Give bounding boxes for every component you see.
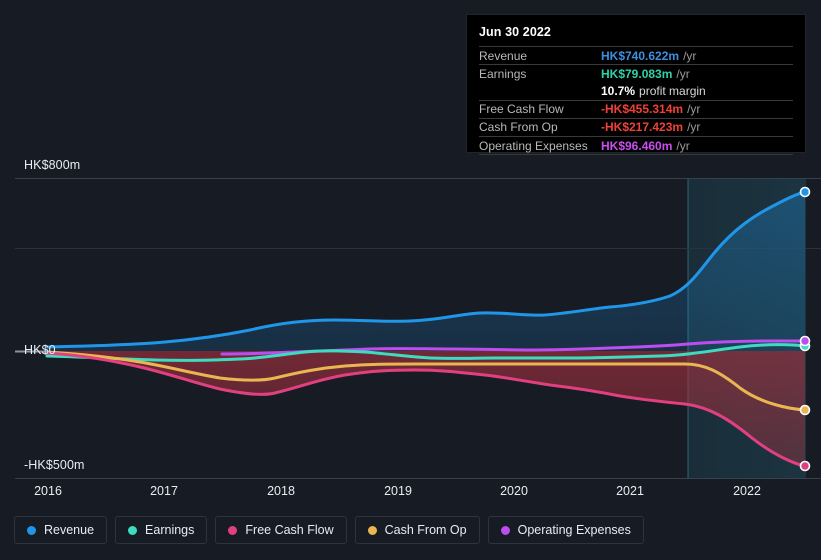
x-axis-label-2022: 2022 — [733, 484, 761, 498]
tooltip-value-cash-from-op: -HK$217.423m — [601, 120, 684, 135]
x-axis-label-2017: 2017 — [150, 484, 178, 498]
tooltip-sub-profit-margin: profit margin — [639, 83, 706, 98]
tooltip-key-free-cash-flow: Free Cash Flow — [479, 102, 564, 117]
tooltip-key-earnings: Earnings — [479, 66, 527, 81]
y-axis-label-zero: HK$0 — [24, 343, 56, 357]
endpoint-free-cash-flow — [799, 460, 811, 472]
y-axis-label-top: HK$800m — [24, 158, 81, 172]
legend-label-earnings: Earnings — [145, 523, 195, 537]
x-axis-label-2016: 2016 — [34, 484, 62, 498]
legend-item-cash-from-op[interactable]: Cash From Op — [354, 516, 480, 544]
tooltip-date: Jun 30 2022 — [479, 25, 551, 39]
x-axis-label-2018: 2018 — [267, 484, 295, 498]
legend-item-free-cash-flow[interactable]: Free Cash Flow — [215, 516, 347, 544]
chart-legend: Revenue Earnings Free Cash Flow Cash Fro… — [14, 516, 644, 544]
x-axis-label-2020: 2020 — [500, 484, 528, 498]
endpoint-operating-expenses — [799, 335, 811, 347]
legend-item-revenue[interactable]: Revenue — [14, 516, 108, 544]
tooltip-value-free-cash-flow: -HK$455.314m — [601, 102, 684, 117]
tooltip-unit-free-cash-flow: /yr — [687, 102, 701, 117]
tooltip-key-revenue: Revenue — [479, 48, 528, 63]
tooltip-unit-revenue: /yr — [683, 48, 697, 63]
tooltip-row-cash-from-op: Cash From Op -HK$217.423m /yr — [479, 117, 793, 136]
tooltip-value-earnings: HK$79.083m — [601, 66, 673, 81]
tooltip-row-operating-expenses: Operating Expenses HK$96.460m /yr — [479, 135, 793, 156]
tooltip-unit-operating-expenses: /yr — [676, 138, 690, 153]
legend-dot-operating-expenses-icon — [500, 525, 510, 535]
legend-dot-revenue-icon — [27, 525, 36, 535]
tooltip-value-revenue: HK$740.622m — [601, 48, 680, 63]
endpoint-cash-from-op — [799, 404, 811, 416]
tooltip-row-profit-margin: 10.7% profit margin — [479, 82, 793, 99]
tooltip-unit-cash-from-op: /yr — [687, 120, 701, 135]
legend-item-earnings[interactable]: Earnings — [115, 516, 208, 544]
legend-label-free-cash-flow: Free Cash Flow — [245, 523, 334, 537]
legend-dot-earnings-icon — [128, 525, 138, 535]
financial-chart: HK$800m HK$0 -HK$500m 2016 2017 2018 201… — [0, 0, 821, 560]
tooltip-row-free-cash-flow: Free Cash Flow -HK$455.314m /yr — [479, 99, 793, 118]
tooltip-row-earnings: Earnings HK$79.083m /yr — [479, 64, 793, 82]
tooltip-key-cash-from-op: Cash From Op — [479, 120, 558, 135]
chart-tooltip: Jun 30 2022 Revenue HK$740.622m /yr Earn… — [466, 14, 806, 156]
legend-label-cash-from-op: Cash From Op — [384, 523, 467, 537]
legend-dot-free-cash-flow-icon — [228, 525, 238, 535]
legend-label-revenue: Revenue — [44, 523, 95, 537]
tooltip-row-revenue: Revenue HK$740.622m /yr — [479, 46, 793, 64]
legend-dot-cash-from-op-icon — [367, 525, 377, 535]
legend-label-operating-expenses: Operating Expenses — [517, 523, 631, 537]
y-axis-label-bottom: -HK$500m — [24, 458, 85, 472]
tooltip-unit-earnings: /yr — [676, 66, 690, 81]
legend-item-operating-expenses[interactable]: Operating Expenses — [487, 516, 644, 544]
tooltip-value-operating-expenses: HK$96.460m — [601, 138, 673, 153]
endpoint-revenue — [799, 186, 811, 198]
tooltip-key-operating-expenses: Operating Expenses — [479, 138, 588, 153]
x-axis-label-2021: 2021 — [616, 484, 644, 498]
tooltip-value-profit-margin: 10.7% — [601, 83, 636, 98]
x-axis-label-2019: 2019 — [384, 484, 412, 498]
